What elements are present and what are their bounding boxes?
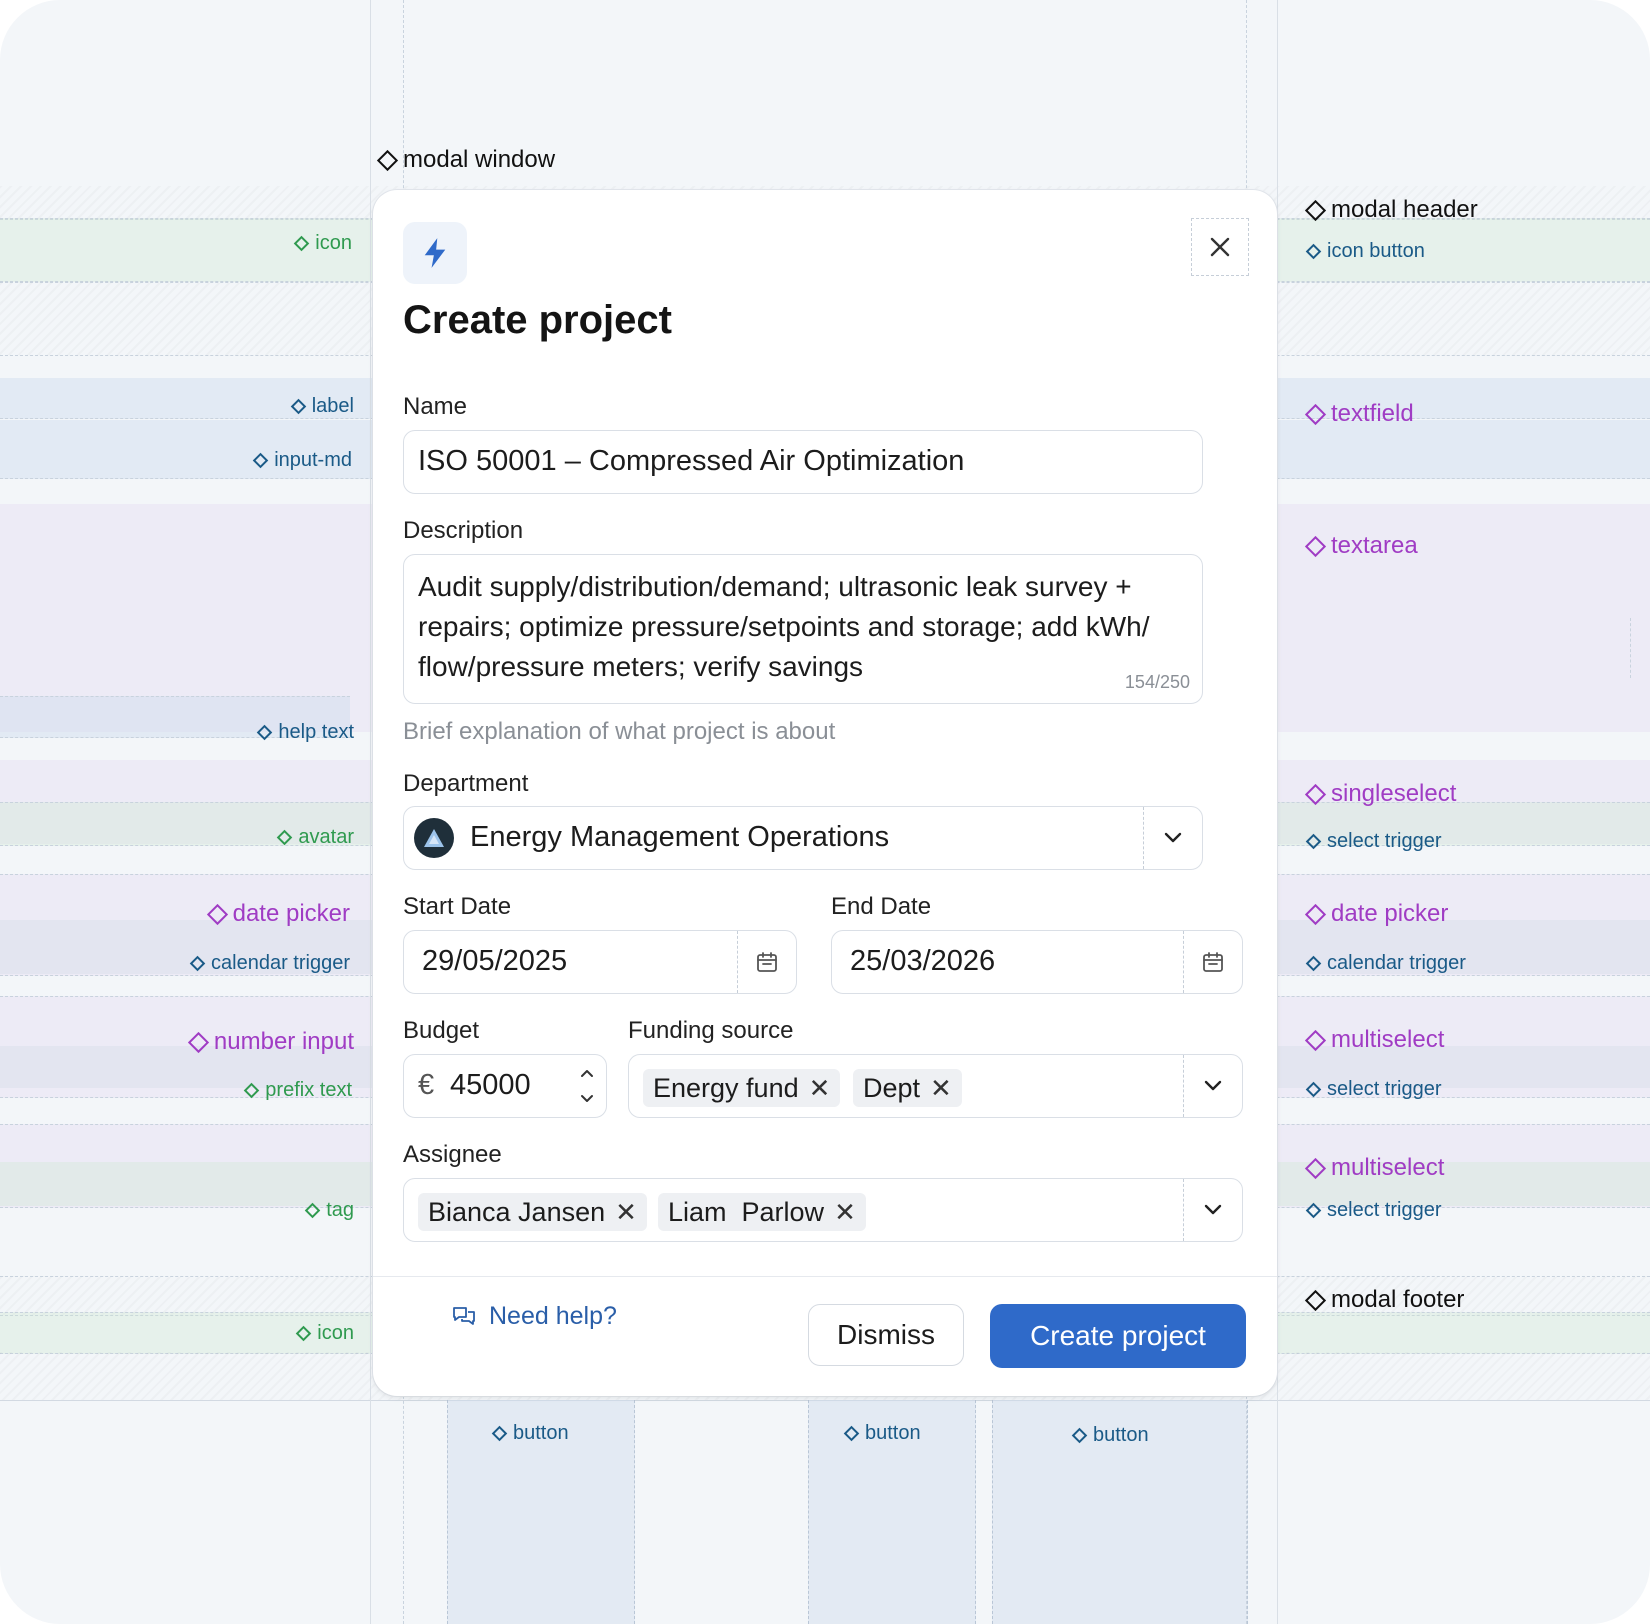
chevron-down-icon <box>1204 1080 1222 1091</box>
tag-label: Liam Parlow <box>668 1196 825 1227</box>
start-date-picker[interactable]: 29/05/2025 <box>403 930 797 994</box>
annotation-help-text: help text <box>257 721 354 744</box>
department-value: Energy Management Operations <box>470 821 890 853</box>
chevron-down-icon <box>1204 1204 1222 1215</box>
annotation-button: button <box>843 1422 921 1445</box>
annotation-modal-header: modal header <box>1304 196 1478 224</box>
guide-line <box>1277 0 1278 1624</box>
footer-divider <box>373 1276 1277 1277</box>
annotation-number-input: number input <box>187 1028 354 1056</box>
annotation-icon: icon <box>294 232 352 255</box>
name-label: Name <box>403 393 468 420</box>
guide-line <box>370 0 371 1624</box>
start-date-value: 29/05/2025 <box>422 945 568 977</box>
spec-canvas: modal window icon label input-md help te… <box>0 0 1650 1624</box>
funding-label: Funding source <box>628 1017 794 1044</box>
annotation-input-md: input-md <box>252 449 352 472</box>
description-text: Audit supply/distribution/demand; ultras… <box>418 567 1149 687</box>
annotation-tag: tag <box>304 1199 354 1222</box>
tag: Energy fund ✕ <box>643 1069 841 1107</box>
description-line: repairs; optimize pressure/setpoints and… <box>418 611 1150 642</box>
calendar-icon <box>757 952 777 972</box>
remove-tag-icon[interactable]: ✕ <box>834 1197 856 1228</box>
annotation-modal-footer: modal footer <box>1304 1286 1464 1314</box>
annotation-avatar: avatar <box>277 826 354 849</box>
budget-value: 45000 <box>450 1069 531 1101</box>
tag-label: Bianca Jansen <box>428 1196 606 1227</box>
remove-tag-icon[interactable]: ✕ <box>615 1197 637 1228</box>
annotation-multiselect: multiselect <box>1304 1154 1444 1182</box>
annotation-date-picker: date picker <box>206 900 350 928</box>
budget-number-input[interactable]: € 45000 <box>403 1054 607 1118</box>
calendar-trigger[interactable] <box>1183 931 1242 993</box>
annotation-button: button <box>491 1422 569 1445</box>
budget-label: Budget <box>403 1017 480 1044</box>
name-value: ISO 50001 – Compressed Air Optimization <box>418 445 965 477</box>
annotation-label: label <box>290 395 354 418</box>
description-line: flow/pressure meters; verify savings <box>418 651 864 682</box>
number-stepper[interactable] <box>578 1063 596 1114</box>
remove-tag-icon[interactable]: ✕ <box>809 1073 831 1104</box>
annotation-modal-window: modal window <box>376 146 555 174</box>
description-label: Description <box>403 517 524 544</box>
guide-line <box>1630 618 1631 678</box>
dismiss-button[interactable]: Dismiss <box>808 1304 964 1366</box>
tag: Liam Parlow ✕ <box>658 1193 866 1231</box>
department-select[interactable]: Energy Management Operations <box>403 806 1203 870</box>
annotation-multiselect: multiselect <box>1304 1026 1444 1054</box>
prefix-text: € <box>418 1069 435 1101</box>
modal-window: Create project Name ISO 50001 – Compress… <box>373 190 1277 1396</box>
chevron-down-icon <box>1164 832 1182 843</box>
description-line: Audit supply/distribution/demand; ultras… <box>418 571 1132 602</box>
annotation-calendar-trigger: calendar trigger <box>189 952 350 975</box>
character-counter: 154/250 <box>1124 672 1190 692</box>
select-trigger[interactable] <box>1143 807 1202 869</box>
annotation-calendar-trigger: calendar trigger <box>1305 952 1466 975</box>
create-project-button[interactable]: Create project <box>990 1304 1246 1368</box>
avatar <box>414 818 454 858</box>
annotation-icon: icon <box>296 1322 354 1345</box>
calendar-icon <box>1203 952 1223 972</box>
tag-label: Energy fund <box>653 1072 799 1103</box>
need-help-label: Need help? <box>489 1302 617 1330</box>
tag-label: Dept <box>863 1072 921 1103</box>
description-help-text: Brief explanation of what project is abo… <box>403 718 836 745</box>
name-field[interactable]: ISO 50001 – Compressed Air Optimization <box>403 430 1203 494</box>
funding-multiselect[interactable]: Energy fund ✕ Dept ✕ <box>628 1054 1243 1118</box>
department-label: Department <box>403 770 529 797</box>
need-help-link[interactable]: Need help? <box>451 1302 617 1331</box>
annotation-textarea: textarea <box>1304 532 1418 560</box>
annotation-select-trigger: select trigger <box>1305 1199 1442 1222</box>
annotation-date-picker: date picker <box>1304 900 1448 928</box>
annotation-singleselect: singleselect <box>1304 780 1456 808</box>
close-button[interactable] <box>1191 218 1249 276</box>
annotation-icon-button: icon button <box>1305 240 1425 263</box>
stepper-chevrons-icon <box>581 1070 593 1102</box>
annotation-select-trigger: select trigger <box>1305 830 1442 853</box>
end-date-label: End Date <box>831 893 932 920</box>
tag: Bianca Jansen ✕ <box>418 1193 647 1231</box>
tag: Dept ✕ <box>853 1069 962 1107</box>
annotation-button: button <box>1071 1424 1149 1447</box>
annotation-prefix-text: prefix text <box>244 1079 352 1102</box>
assignee-multiselect[interactable]: Bianca Jansen ✕ Liam Parlow ✕ <box>403 1178 1243 1242</box>
end-date-picker[interactable]: 25/03/2026 <box>831 930 1243 994</box>
start-date-label: Start Date <box>403 893 512 920</box>
calendar-trigger[interactable] <box>737 931 796 993</box>
chat-bubbles-icon <box>453 1306 475 1325</box>
select-trigger[interactable] <box>1183 1055 1242 1117</box>
select-trigger[interactable] <box>1183 1179 1242 1241</box>
remove-tag-icon[interactable]: ✕ <box>930 1073 952 1104</box>
assignee-label: Assignee <box>403 1141 502 1168</box>
close-icon <box>1210 237 1230 257</box>
end-date-value: 25/03/2026 <box>850 945 996 977</box>
annotation-textfield: textfield <box>1304 400 1414 428</box>
annotation-select-trigger: select trigger <box>1305 1078 1442 1101</box>
modal-title: Create project <box>403 298 672 342</box>
lightning-bolt-icon <box>403 222 467 284</box>
description-textarea[interactable]: Audit supply/distribution/demand; ultras… <box>403 554 1203 704</box>
